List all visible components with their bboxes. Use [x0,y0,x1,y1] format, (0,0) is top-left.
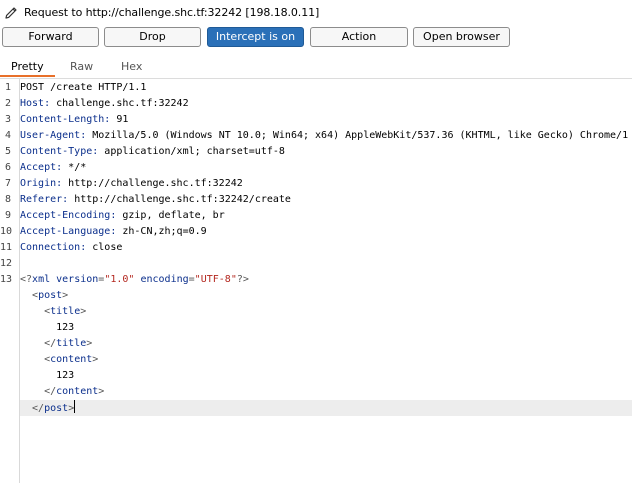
xml-open-post: <post> [20,290,69,301]
header-value: gzip, deflate, br [122,210,225,221]
request-url-label: Request to http://challenge.shc.tf:32242 [24,6,243,19]
xml-text-value: 123 [56,370,75,381]
xml-tag-name: content [50,354,93,365]
header-value: close [92,242,123,253]
xml-text-value: 123 [56,322,75,333]
header-line: Host: challenge.shc.tf:32242 [20,98,189,109]
line-number: 10 [0,226,13,237]
text-cursor [74,400,76,413]
tab-raw[interactable]: Raw [70,60,93,73]
request-code[interactable]: POST /create HTTP/1.1 Host: challenge.sh… [20,79,632,483]
active-tab-indicator [0,75,55,77]
message-view-tabs: Pretty Raw Hex [0,58,632,79]
xml-open-content: <content> [20,354,99,365]
pencil-icon [5,7,17,19]
request-line-text: POST /create HTTP/1.1 [20,82,147,93]
line-number: 12 [0,258,13,269]
header-name: Host [20,98,45,109]
open-browser-button[interactable]: Open browser [413,27,510,47]
line-number: 7 [4,178,11,189]
header-line: Referer: http://challenge.shc.tf:32242/c… [20,194,291,205]
header-name: Origin [20,178,57,189]
line-number: 8 [4,194,11,205]
request-editor[interactable]: 1 2 3 4 5 6 7 8 9 10 11 12 13 POST /crea… [0,79,632,483]
line-number: 11 [0,242,13,253]
line-number: 4 [4,130,11,141]
intercept-toolbar: Forward Drop Intercept is on Action Open… [0,26,632,48]
header-line: User-Agent: Mozilla/5.0 (Windows NT 10.0… [20,130,629,141]
drop-button[interactable]: Drop [104,27,201,47]
header-line: Connection: close [20,242,123,253]
line-number: 6 [4,162,11,173]
header-value: challenge.shc.tf:32242 [56,98,189,109]
forward-button[interactable]: Forward [2,27,99,47]
header-value: http://challenge.shc.tf:32242 [68,178,243,189]
xml-tag-name: post [38,290,63,301]
xml-title-value: 123 [20,320,632,336]
xml-tag-name: content [56,386,99,397]
intercept-toggle-button[interactable]: Intercept is on [207,27,304,47]
xml-close-content: </content> [20,386,105,397]
tab-pretty[interactable]: Pretty [11,60,44,73]
xml-tag-name: title [50,306,81,317]
line-number: 5 [4,146,11,157]
header-line: Content-Type: application/xml; charset=u… [20,146,285,157]
line-number-gutter: 1 2 3 4 5 6 7 8 9 10 11 12 13 [0,79,20,483]
xml-tag-name: post [44,403,69,414]
header-value: application/xml; charset=utf-8 [104,146,285,157]
header-name: Content-Length [20,114,105,125]
header-line: Content-Length: 91 [20,114,129,125]
xml-content-value: 123 [20,368,632,384]
xml-tag-name: title [56,338,87,349]
header-line: Accept-Language: zh-CN,zh;q=0.9 [20,226,207,237]
header-name: Accept-Encoding [20,210,111,221]
header-value: 91 [116,114,129,125]
line-number: 1 [4,82,11,93]
title-bar: Request to http://challenge.shc.tf:32242… [0,0,632,26]
xml-close-title: </title> [20,338,93,349]
action-button[interactable]: Action [310,27,408,47]
line-number: 13 [0,274,13,285]
xml-open-title: <title> [20,306,87,317]
line-number: 2 [4,98,11,109]
header-value: http://challenge.shc.tf:32242/create [74,194,291,205]
header-name: Content-Type [20,146,93,157]
xml-close-post: </post> [20,400,632,416]
tab-hex[interactable]: Hex [121,60,142,73]
request-title: Request to http://challenge.shc.tf:32242… [24,6,319,19]
header-name: User-Agent [20,130,81,141]
header-value: */* [68,162,87,173]
header-name: Accept-Language [20,226,111,237]
xml-version-value: 1.0 [110,274,129,285]
header-name: Accept [20,162,57,173]
header-line: Accept: */* [20,162,87,173]
header-name: Connection [20,242,81,253]
header-value: zh-CN,zh;q=0.9 [122,226,207,237]
xml-declaration: <?xml version="1.0" encoding="UTF-8"?> [20,274,249,285]
request-line: POST /create HTTP/1.1 [20,80,632,96]
header-line: Origin: http://challenge.shc.tf:32242 [20,178,243,189]
request-ip-label: [198.18.0.11] [245,6,320,19]
header-line: Accept-Encoding: gzip, deflate, br [20,210,225,221]
header-value: Mozilla/5.0 (Windows NT 10.0; Win64; x64… [92,130,629,141]
xml-encoding-value: UTF-8 [200,274,231,285]
header-name: Referer [20,194,63,205]
line-number: 9 [4,210,11,221]
line-number: 3 [4,114,11,125]
